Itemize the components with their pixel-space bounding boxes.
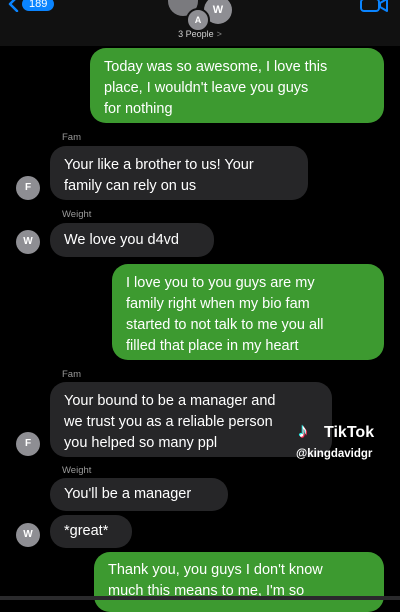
message-line: place, I wouldn't leave you guys [104,80,309,96]
input-bar-edge [0,596,400,600]
message-line: *great* [64,523,109,539]
message-bubble-outgoing[interactable]: I love you to you guys are my family rig… [112,264,384,360]
message-line: started to not talk to me you all [126,317,324,333]
message-bubble-incoming[interactable]: Your bound to be a manager and we trust … [50,382,332,457]
message-line: Your bound to be a manager and [64,393,276,409]
chevron-left-icon [8,0,20,12]
message-line: Today was so awesome, I love this [104,59,328,75]
conversation-header: 189 W A 3 People > [0,0,400,46]
people-count-label: 3 People [178,29,214,39]
message-bubble-incoming[interactable]: *great* [50,515,132,548]
message-line: family right when my bio fam [126,296,310,312]
message-bubble-incoming[interactable]: We love you d4vd [50,223,214,257]
video-camera-icon [360,0,388,16]
message-bubble-incoming[interactable]: Your like a brother to us! Your family c… [50,146,308,200]
avatar[interactable]: F [16,432,40,456]
tiktok-logo-icon: ♪ [298,420,308,442]
message-line: we trust you as a reliable person [64,414,273,430]
chevron-right-icon: > [216,29,222,39]
conversation-title[interactable]: 3 People > [0,29,400,39]
message-line: family can rely on us [64,178,197,194]
avatar[interactable]: F [16,176,40,200]
message-bubble-incoming[interactable]: You'll be a manager [50,478,228,511]
message-line: Thank you, you guys I don't know [108,562,323,578]
message-line: filled that place in my heart [126,338,299,354]
sender-name: Weight [62,465,92,476]
sender-name: Fam [62,132,81,143]
message-line: for nothing [104,101,173,117]
message-line: We love you d4vd [64,232,179,248]
video-call-button[interactable] [360,0,388,17]
avatar[interactable]: W [16,230,40,254]
message-line: Your like a brother to us! Your [64,157,254,173]
avatar[interactable]: W [16,523,40,547]
message-line: you helped so many ppl [64,435,218,451]
back-button[interactable]: 189 [8,0,55,12]
message-bubble-outgoing[interactable]: Today was so awesome, I love this place,… [90,48,384,123]
group-avatars[interactable]: W A [168,0,238,32]
tiktok-watermark: ♪ TikTok @kingdavidgr [294,418,400,466]
sender-name: Fam [62,369,81,380]
message-line: I love you to you guys are my [126,275,315,291]
watermark-handle: @kingdavidgr [296,448,373,460]
watermark-brand: TikTok [324,424,375,441]
message-line: You'll be a manager [64,486,192,502]
message-bubble-outgoing[interactable]: Thank you, you guys I don't know much th… [94,552,384,612]
unread-count-badge: 189 [22,0,55,11]
sender-name: Weight [62,209,92,220]
